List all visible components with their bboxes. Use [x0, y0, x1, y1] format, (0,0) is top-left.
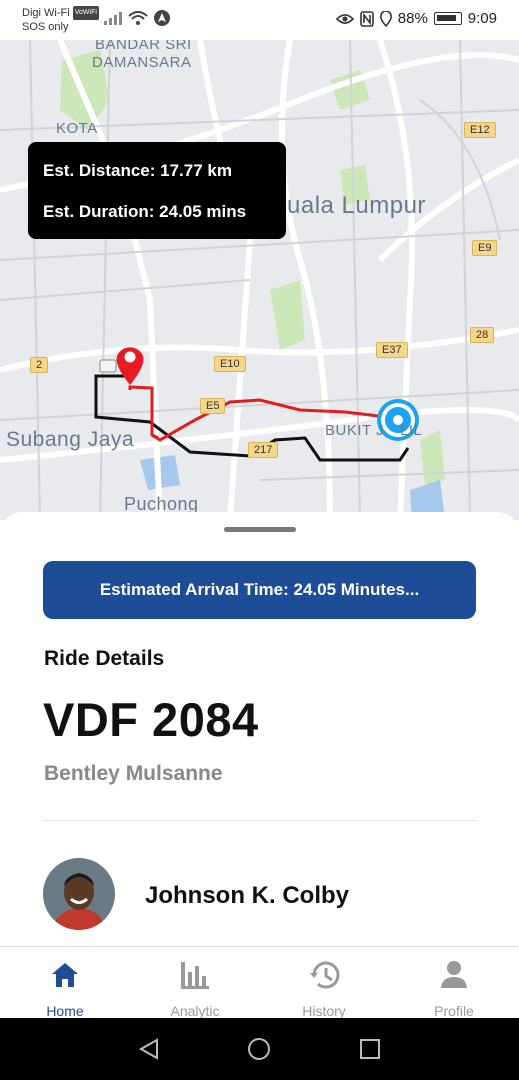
home-circle-icon[interactable]: [247, 1037, 271, 1061]
driver-avatar[interactable]: [43, 858, 115, 930]
nav-profile-label: Profile: [434, 1003, 474, 1019]
clock: 9:09: [467, 10, 497, 27]
battery-percent: 88%: [397, 10, 428, 27]
back-icon[interactable]: [137, 1037, 161, 1061]
eye-icon: [335, 13, 354, 24]
map-label: BANDAR SRI: [95, 40, 192, 53]
duration-text: Est. Duration: 24.05 mins: [43, 202, 247, 221]
nav-analytic-label: Analytic: [170, 1003, 220, 1019]
wifi-icon: [128, 11, 148, 25]
distance-text: Est. Distance: 17.77 km: [43, 161, 232, 180]
nav-history[interactable]: History: [274, 957, 374, 1019]
bar-chart-icon: [181, 962, 209, 989]
map-label: uala Lumpur: [287, 192, 426, 219]
app-screen: Digi Wi-Fi VoWiFi SOS only 88% 9:09 BAND…: [0, 0, 519, 1080]
ride-details-title: Ride Details: [44, 647, 165, 670]
nav-analytic[interactable]: Analytic: [145, 957, 245, 1019]
park-area: [420, 430, 445, 485]
road-shield: 2: [30, 357, 49, 373]
map-label: Subang Jaya: [6, 428, 135, 451]
map-label: KOTA: [56, 120, 98, 137]
status-left-icons: [104, 10, 170, 26]
divider: [43, 820, 476, 821]
sos-text: SOS only: [22, 21, 69, 34]
location-icon: [379, 10, 392, 27]
carrier-info: Digi Wi-Fi VoWiFi SOS only: [22, 6, 99, 34]
map-label: BUKIT J: [325, 422, 385, 439]
route-info-card: Est. Distance: 17.77 km Est. Duration: 2…: [28, 142, 286, 239]
road-shield: E5: [200, 398, 226, 414]
driver-name: Johnson K. Colby: [145, 882, 349, 909]
nav-home[interactable]: Home: [15, 957, 115, 1019]
history-icon: [310, 961, 340, 989]
car-marker-icon: [99, 359, 117, 373]
recents-icon[interactable]: [358, 1037, 382, 1061]
plate-number: VDF 2084: [43, 693, 259, 746]
bottom-nav: Home Analytic History Profile: [0, 946, 519, 1019]
home-icon: [52, 963, 78, 987]
person-icon: [441, 961, 467, 988]
volte-badge: VoWiFi: [72, 6, 99, 21]
destination-pin-icon: [116, 347, 144, 385]
road-shield: E9: [472, 240, 498, 256]
park-area: [270, 280, 305, 350]
status-bar: Digi Wi-Fi VoWiFi SOS only 88% 9:09: [0, 0, 519, 40]
road-shield: E37: [376, 342, 408, 358]
nfc-icon: [359, 10, 374, 27]
map-label: DAMANSARA: [92, 54, 192, 71]
nav-history-label: History: [302, 1003, 346, 1019]
map-label: LIL: [400, 422, 423, 439]
road-shield: 217: [248, 442, 279, 458]
status-right: 88% 9:09: [335, 10, 497, 27]
road-shield: E12: [464, 122, 496, 138]
nav-profile[interactable]: Profile: [404, 957, 504, 1019]
car-model: Bentley Mulsanne: [44, 762, 223, 785]
system-navigation-bar: [0, 1018, 519, 1080]
map-view[interactable]: BANDAR SRI DAMANSARA KOTA uala Lumpur Su…: [0, 40, 519, 520]
battery-icon: [433, 12, 462, 25]
nav-arrow-icon: [154, 10, 170, 26]
road-shield: 28: [470, 327, 495, 343]
sheet-drag-handle[interactable]: [224, 527, 296, 532]
signal-icon: [104, 12, 122, 25]
avatar-image: [43, 858, 115, 930]
carrier-name: Digi Wi-Fi: [22, 7, 70, 19]
road-shield: E10: [214, 356, 246, 372]
eta-button[interactable]: Estimated Arrival Time: 24.05 Minutes...: [43, 561, 476, 619]
nav-home-label: Home: [46, 1003, 84, 1019]
ride-details-sheet[interactable]: Estimated Arrival Time: 24.05 Minutes...…: [0, 512, 519, 948]
